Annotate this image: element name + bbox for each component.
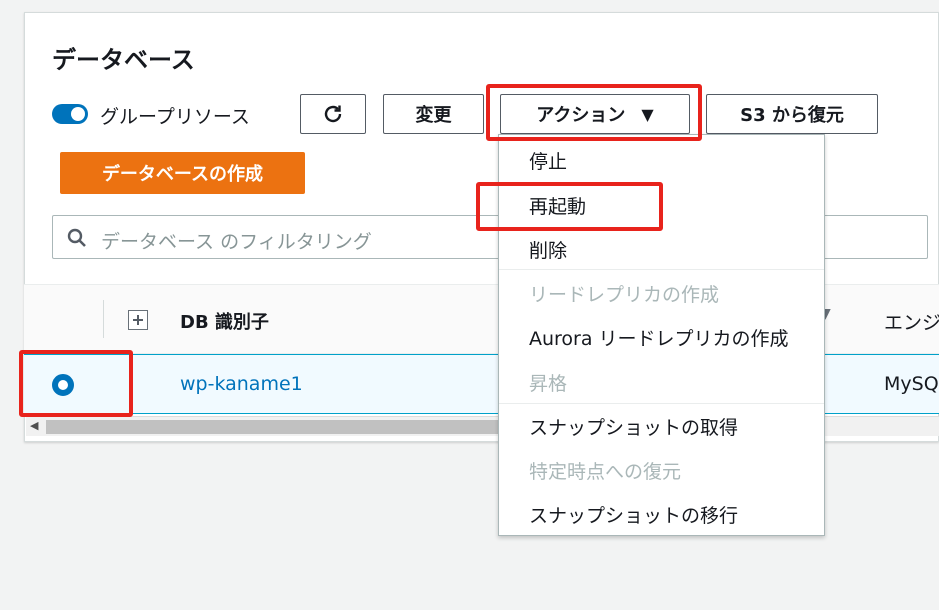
db-identifier-link[interactable]: wp-kaname1 [180, 373, 303, 395]
menu-item-create-read-replica: リードレプリカの作成 [529, 284, 720, 306]
menu-item-reboot[interactable]: 再起動 [529, 192, 586, 219]
refresh-icon [324, 105, 342, 123]
menu-divider [499, 269, 824, 270]
refresh-button[interactable] [300, 94, 366, 134]
modify-button[interactable]: 変更 [383, 94, 484, 134]
search-input[interactable]: データベース のフィルタリング [101, 227, 372, 254]
actions-button[interactable]: アクション ▼ [500, 94, 690, 134]
scroll-left-icon[interactable]: ◀ [30, 419, 38, 432]
row-select-radio[interactable] [52, 374, 74, 396]
search-icon [67, 228, 86, 247]
toggle-knob [71, 107, 85, 121]
restore-from-s3-button[interactable]: S3 から復元 [706, 94, 878, 134]
menu-divider [499, 403, 824, 404]
scroll-thumb[interactable] [46, 420, 546, 434]
caret-down-icon: ▼ [641, 104, 654, 124]
column-header-db-identifier[interactable]: DB 識別子 [180, 308, 269, 334]
menu-item-promote: 昇格 [529, 373, 568, 395]
column-header-engine[interactable]: エンジ [884, 308, 939, 335]
menu-item-delete[interactable]: 削除 [529, 236, 567, 263]
engine-cell: MySQ [884, 373, 939, 395]
group-resources-toggle[interactable] [52, 104, 88, 124]
create-database-button[interactable]: データベースの作成 [60, 152, 305, 194]
menu-item-create-aurora-read-replica[interactable]: Aurora リードレプリカの作成 [529, 324, 789, 351]
column-divider [103, 300, 104, 338]
menu-item-take-snapshot[interactable]: スナップショットの取得 [529, 413, 738, 440]
menu-item-point-in-time-restore: 特定時点への復元 [529, 461, 682, 483]
group-resources-label: グループリソース [100, 106, 250, 128]
actions-button-label: アクション [536, 105, 626, 126]
expand-all-icon[interactable] [128, 310, 148, 330]
menu-item-migrate-snapshot[interactable]: スナップショットの移行 [529, 501, 738, 528]
menu-item-stop[interactable]: 停止 [529, 147, 567, 174]
page-title: データベース [52, 46, 195, 74]
actions-dropdown-menu: 停止 再起動 削除 リードレプリカの作成 Aurora リードレプリカの作成 昇… [498, 134, 825, 536]
